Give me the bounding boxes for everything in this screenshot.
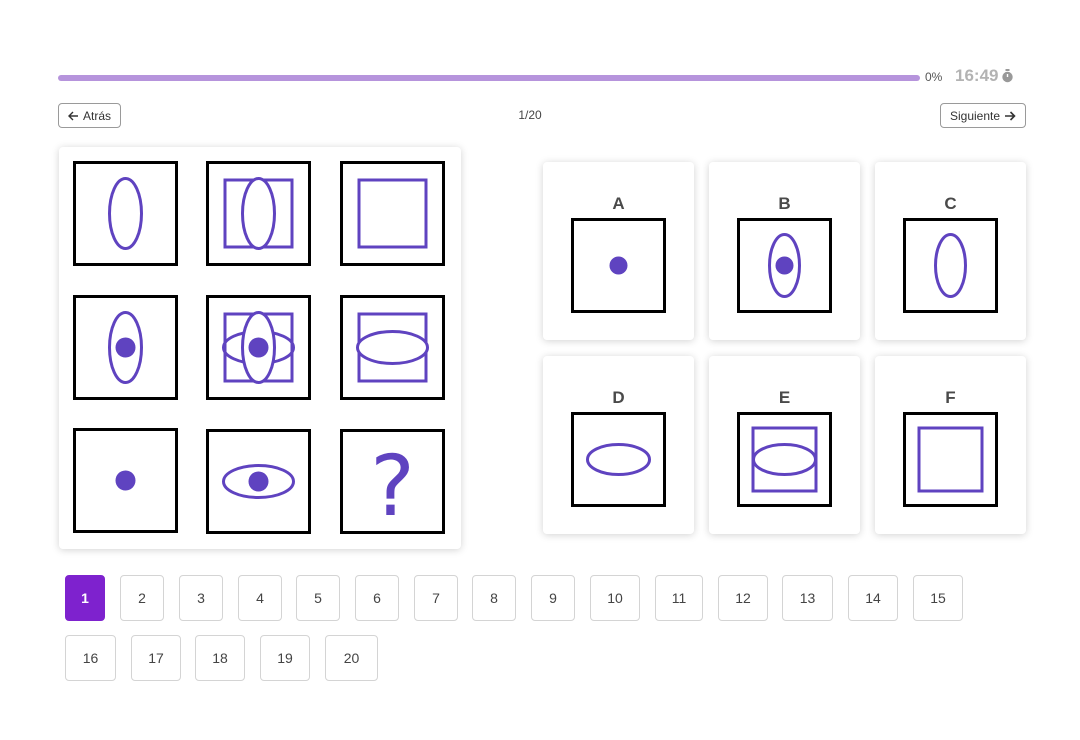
- matrix-cell-7: [73, 428, 178, 533]
- vertical-ellipse-icon: [108, 177, 143, 250]
- vertical-ellipse-with-dot-icon: [108, 311, 143, 384]
- option-letter: C: [944, 194, 957, 213]
- square-with-vertical-ellipse-icon: [223, 177, 294, 250]
- back-button[interactable]: Atrás: [58, 103, 121, 128]
- square-with-horizontal-ellipse-icon: [356, 312, 429, 383]
- question-button-16[interactable]: 16: [65, 635, 116, 681]
- question-button-4[interactable]: 4: [238, 575, 282, 621]
- horizontal-ellipse-icon: [586, 443, 651, 476]
- question-button-18[interactable]: 18: [195, 635, 245, 681]
- square-with-both-ellipses-and-dot-icon: [222, 311, 295, 384]
- option-letter: E: [778, 388, 791, 407]
- matrix-cell-3: [340, 161, 445, 266]
- progress-percent: 0%: [925, 70, 943, 84]
- matrix-cell-4: [73, 295, 178, 400]
- option-a[interactable]: A: [543, 162, 694, 340]
- horizontal-ellipse-with-dot-icon: [222, 464, 295, 499]
- vertical-ellipse-icon: [934, 233, 967, 298]
- matrix-cell-9: ?: [340, 429, 445, 534]
- vertical-ellipse-with-dot-icon: [768, 233, 801, 298]
- timer-value: 16:49: [955, 66, 999, 85]
- square-icon: [917, 426, 984, 493]
- arrow-left-icon: [67, 111, 78, 120]
- option-letter: A: [612, 194, 625, 213]
- question-button-2[interactable]: 2: [120, 575, 164, 621]
- option-c[interactable]: C: [875, 162, 1026, 340]
- option-e[interactable]: E: [709, 356, 860, 534]
- arrow-right-icon: [1005, 110, 1016, 121]
- question-button-1[interactable]: 1: [65, 575, 105, 621]
- question-counter: 1/20: [518, 108, 542, 122]
- option-b[interactable]: B: [709, 162, 860, 340]
- question-button-20[interactable]: 20: [325, 635, 378, 681]
- question-button-13[interactable]: 13: [782, 575, 833, 621]
- question-button-10[interactable]: 10: [590, 575, 640, 621]
- question-button-15[interactable]: 15: [913, 575, 963, 621]
- matrix-cell-6: [340, 295, 445, 400]
- question-button-11[interactable]: 11: [655, 575, 703, 621]
- matrix-cell-5: [206, 295, 311, 400]
- matrix-cell-2: [206, 161, 311, 266]
- progress-bar: [58, 75, 920, 81]
- back-label: Atrás: [82, 108, 111, 123]
- question-button-19[interactable]: 19: [260, 635, 310, 681]
- next-label: Siguiente: [949, 108, 1001, 123]
- question-mark: ?: [370, 436, 415, 535]
- square-icon: [357, 178, 428, 249]
- next-button[interactable]: Siguiente: [940, 103, 1026, 128]
- timer: 16:49: [955, 66, 1014, 86]
- question-button-7[interactable]: 7: [414, 575, 458, 621]
- question-button-6[interactable]: 6: [355, 575, 399, 621]
- question-button-3[interactable]: 3: [179, 575, 223, 621]
- stopwatch-icon: [1002, 69, 1014, 83]
- option-letter: B: [778, 194, 791, 213]
- question-button-14[interactable]: 14: [848, 575, 898, 621]
- option-d[interactable]: D: [543, 356, 694, 534]
- dot-icon: [115, 470, 136, 491]
- option-letter: F: [945, 388, 956, 407]
- question-button-12[interactable]: 12: [718, 575, 768, 621]
- question-button-8[interactable]: 8: [472, 575, 516, 621]
- question-button-17[interactable]: 17: [131, 635, 181, 681]
- square-with-horizontal-ellipse-icon: [751, 426, 818, 493]
- puzzle-matrix: ?: [59, 147, 461, 549]
- dot-icon: [609, 256, 628, 275]
- question-button-5[interactable]: 5: [296, 575, 340, 621]
- matrix-cell-8: [206, 429, 311, 534]
- option-letter: D: [612, 388, 625, 407]
- option-f[interactable]: F: [875, 356, 1026, 534]
- matrix-cell-1: [73, 161, 178, 266]
- question-button-9[interactable]: 9: [531, 575, 575, 621]
